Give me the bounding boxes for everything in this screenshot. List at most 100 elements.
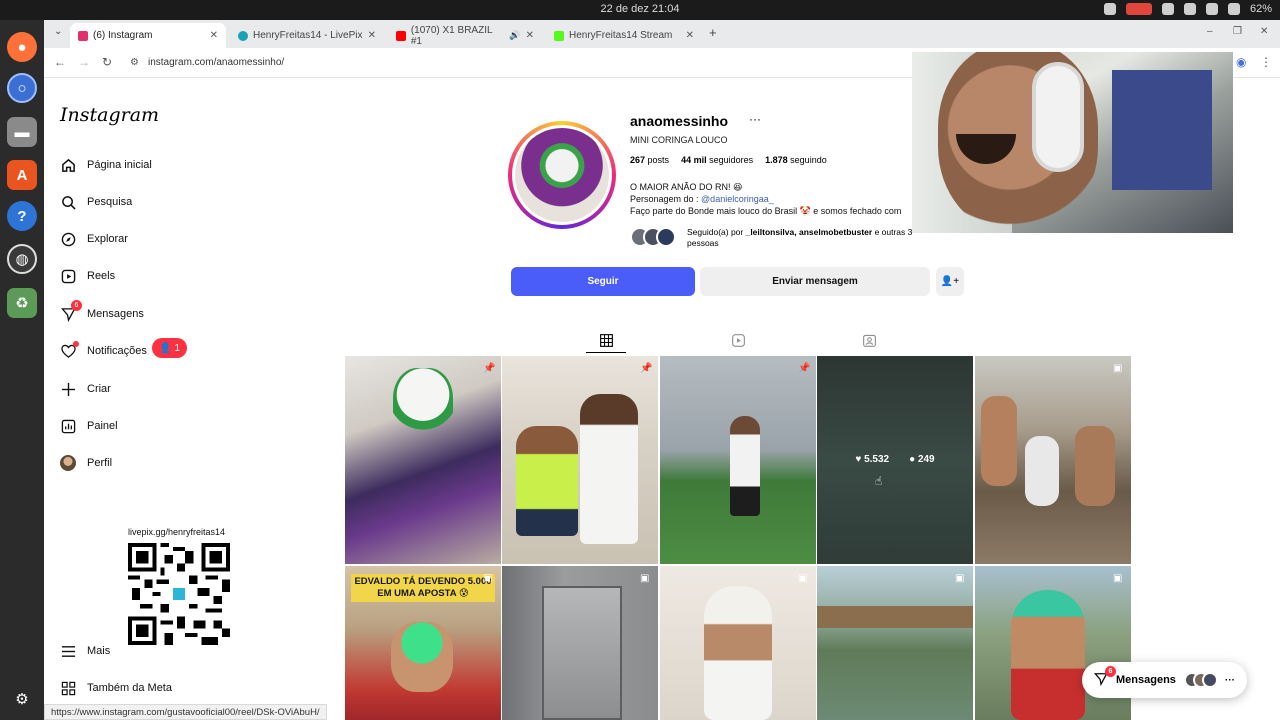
recent-chat-avatars — [1183, 672, 1218, 688]
person-icon: 👤 — [158, 342, 172, 354]
webcam-overlay — [912, 52, 1233, 233]
minimize-icon[interactable]: – — [1207, 26, 1213, 37]
post-thumbnail[interactable]: 📌 — [345, 356, 501, 564]
tab-list-chevron-icon[interactable]: ⌄ — [54, 26, 62, 37]
follow-button[interactable]: Seguir — [511, 267, 695, 296]
compass-icon — [60, 231, 76, 247]
close-tab-icon[interactable]: ✕ — [686, 30, 694, 41]
heart-icon: ♥ — [855, 454, 862, 465]
address-bar[interactable]: instagram.com/anaomessinho/ — [148, 57, 284, 68]
suggested-accounts-button[interactable]: 👤+ — [936, 267, 964, 296]
youtube-favicon-icon — [396, 30, 406, 41]
wifi-icon[interactable] — [1183, 3, 1196, 15]
more-options-icon[interactable]: ··· — [749, 112, 761, 126]
dock-bridge — [817, 606, 973, 628]
sidebar-item-home[interactable]: Página inicial — [60, 153, 152, 177]
sidebar-item-dashboard[interactable]: Painel — [60, 414, 118, 438]
post-thumbnail[interactable]: 📌 — [502, 356, 658, 564]
tab-reels-icon[interactable] — [731, 333, 745, 347]
forward-icon[interactable]: → — [78, 55, 90, 69]
reel-icon: ▣ — [955, 573, 965, 584]
notification-bubble[interactable]: 👤 1 — [152, 338, 187, 358]
sidebar-item-reels[interactable]: Reels — [60, 264, 115, 288]
chromium-icon[interactable]: ○ — [7, 73, 37, 103]
menu-kebab-icon[interactable]: ⋮ — [1260, 55, 1272, 69]
show-apps-icon[interactable]: ⚙ — [7, 684, 37, 714]
tab-kick[interactable]: HenryFreitas14 Stream ✕ — [546, 23, 702, 48]
obs-icon[interactable]: ◍ — [7, 244, 37, 274]
screen-record-icon[interactable] — [1125, 3, 1152, 15]
person-figure — [1011, 590, 1085, 720]
tab-posts-grid-icon[interactable] — [599, 333, 613, 347]
app-center-icon[interactable]: A — [7, 160, 37, 190]
more-icon: ··· — [1224, 674, 1235, 686]
comment-icon: ● — [909, 454, 916, 465]
battery-percentage: 62% — [1249, 3, 1272, 15]
kick-favicon-icon — [554, 30, 564, 41]
back-icon[interactable]: ← — [54, 55, 66, 69]
post-thumbnail[interactable]: ▣ — [975, 356, 1131, 564]
tab-livepix[interactable]: HenryFreitas14 - LivePix ✕ — [230, 23, 384, 48]
network-icon[interactable] — [1161, 3, 1174, 15]
pinned-icon: 📌 — [640, 363, 653, 374]
sidebar-item-profile[interactable]: Perfil — [60, 451, 112, 475]
files-icon[interactable]: ▬ — [7, 117, 37, 147]
site-info-icon[interactable]: ⚙ — [130, 57, 139, 68]
avatar — [1201, 672, 1218, 688]
post-thumbnail[interactable]: ▣ — [660, 566, 816, 720]
tab-youtube[interactable]: (1070) X1 BRAZIL #1 🔊 ✕ — [388, 23, 542, 48]
profile-icon[interactable]: ◉ — [1236, 55, 1246, 69]
profile-bio: O MAIOR ANÃO DO RN! 😆 Personagem do : @d… — [630, 182, 902, 216]
messages-badge: 6 — [71, 300, 82, 311]
bio-mention-link[interactable]: @danielcoringaa_ — [701, 194, 774, 204]
instagram-favicon-icon — [78, 30, 88, 41]
person-face — [391, 622, 453, 692]
close-window-icon[interactable]: ✕ — [1260, 26, 1268, 37]
messages-badge: 6 — [1105, 665, 1116, 677]
post-thumbnail[interactable]: EDVALDO TÁ DEVENDO 5.000 EM UMA APOSTA 😰… — [345, 566, 501, 720]
new-tab-icon[interactable]: + — [709, 25, 717, 40]
send-message-button[interactable]: Enviar mensagem — [700, 267, 930, 296]
close-tab-icon[interactable]: ✕ — [210, 30, 218, 41]
instagram-logo[interactable]: Instagram — [60, 104, 159, 126]
help-icon[interactable]: ? — [7, 201, 37, 231]
reload-icon[interactable]: ↻ — [102, 55, 112, 69]
post-thumbnail[interactable]: ▣ — [817, 566, 973, 720]
reel-icon: ▣ — [483, 573, 493, 584]
messages-drawer-button[interactable]: 6 Mensagens ··· — [1082, 662, 1247, 698]
followed-by[interactable]: Seguido(a) por _leiltonsilva, anselmobet… — [630, 227, 912, 249]
post-thumbnail[interactable]: ▣ — [502, 566, 658, 720]
sidebar-item-create[interactable]: Criar — [60, 377, 111, 401]
avatar — [60, 455, 76, 471]
followers-stat[interactable]: 44 mil seguidores — [681, 155, 753, 165]
maximize-icon[interactable]: ❐ — [1233, 26, 1242, 37]
sidebar-item-more[interactable]: Mais — [60, 639, 110, 663]
sidebar-item-also-from-meta[interactable]: Também da Meta — [60, 676, 172, 700]
volume-icon[interactable] — [1205, 3, 1218, 15]
firefox-icon[interactable]: ● — [7, 32, 37, 62]
livepix-favicon-icon — [238, 30, 248, 41]
jersey-on-wall — [1112, 70, 1212, 190]
person-figure — [580, 394, 638, 544]
sidebar-item-messages[interactable]: 6 Mensagens — [60, 300, 144, 326]
tab-tagged-icon[interactable] — [862, 333, 876, 347]
close-tab-icon[interactable]: ✕ — [526, 30, 534, 41]
update-icon[interactable] — [1103, 3, 1116, 15]
add-person-icon: 👤+ — [940, 276, 960, 287]
following-stat[interactable]: 1.878 seguindo — [765, 155, 827, 165]
sidebar-item-notifications[interactable]: Notificações — [60, 339, 147, 363]
home-icon — [60, 157, 76, 173]
post-thumbnail[interactable]: 📌 — [660, 356, 816, 564]
close-tab-icon[interactable]: ✕ — [368, 30, 376, 41]
sidebar-item-search[interactable]: Pesquisa — [60, 190, 132, 214]
tab-instagram[interactable]: (6) Instagram ✕ — [70, 23, 226, 48]
menu-icon — [60, 643, 76, 659]
audio-playing-icon[interactable]: 🔊 — [509, 30, 520, 41]
profile-avatar[interactable] — [512, 125, 612, 225]
app-dock: ● ○ ▬ A ? ◍ ♻ ⚙ — [0, 20, 44, 720]
trash-icon[interactable]: ♻ — [7, 288, 37, 318]
reel-icon: ▣ — [1113, 363, 1123, 374]
sidebar-item-explore[interactable]: Explorar — [60, 227, 128, 251]
post-thumbnail[interactable]: ♥ 5.532 ● 249 ☝ — [817, 356, 973, 564]
battery-icon[interactable] — [1227, 3, 1240, 15]
